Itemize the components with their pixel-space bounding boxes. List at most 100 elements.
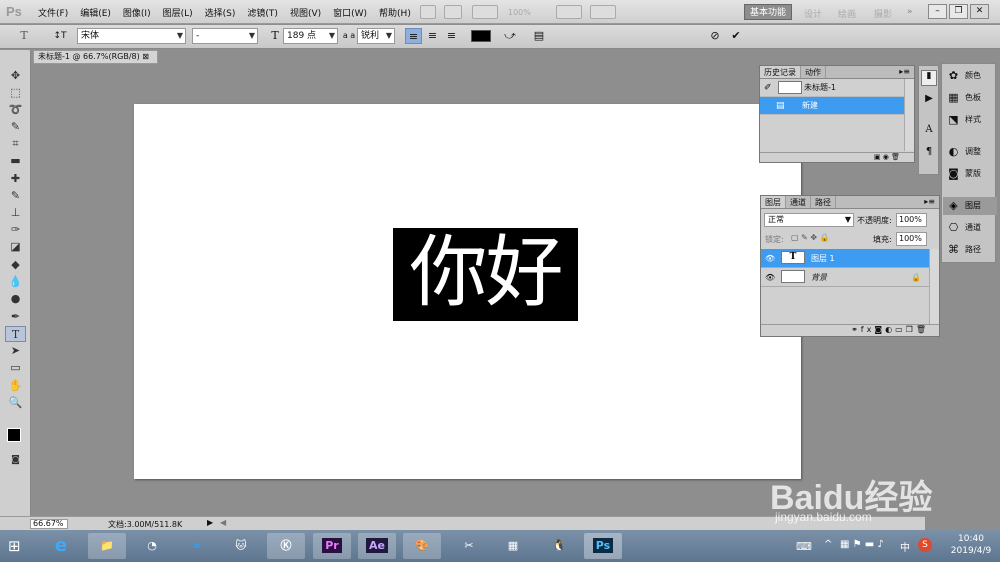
- new-layer-icon[interactable]: ❐: [906, 325, 916, 334]
- menu-filter[interactable]: 滤镜(T): [247, 6, 278, 19]
- photoshop-taskbar-icon[interactable]: Ps: [584, 533, 622, 559]
- blur-tool-icon[interactable]: 💧: [5, 274, 26, 290]
- eraser-tool-icon[interactable]: ◪: [5, 239, 26, 255]
- premiere-icon[interactable]: Pr: [313, 533, 351, 559]
- history-scrollbar[interactable]: [904, 79, 914, 151]
- zoom-level-menu[interactable]: 100%: [508, 8, 531, 17]
- paint-icon[interactable]: 🎨: [403, 533, 441, 559]
- warp-text-icon[interactable]: ⤻: [501, 28, 519, 44]
- text-orientation-icon[interactable]: ↕T: [52, 28, 68, 44]
- quick-select-tool-icon[interactable]: ✎: [5, 119, 26, 135]
- tab-channels[interactable]: 通道: [786, 196, 811, 208]
- app-icon[interactable]: 🐱: [222, 533, 260, 559]
- align-right-button[interactable]: ≡: [443, 28, 460, 44]
- zoom-level-field[interactable]: 66.67%: [30, 519, 68, 529]
- view-extras-button[interactable]: [472, 5, 498, 19]
- blend-mode-select[interactable]: 正常 ▼: [764, 213, 854, 227]
- new-group-icon[interactable]: ▭: [895, 325, 906, 334]
- tab-layers[interactable]: 图层: [761, 196, 786, 208]
- after-effects-icon[interactable]: Ae: [358, 533, 396, 559]
- text-color-swatch[interactable]: [471, 30, 491, 42]
- clock[interactable]: 10:40 2019/4/9: [946, 533, 996, 557]
- status-menu-arrow-icon[interactable]: ▶: [207, 518, 213, 527]
- layer-name[interactable]: 背景: [811, 268, 827, 287]
- dodge-tool-icon[interactable]: ●: [5, 291, 26, 307]
- menu-view[interactable]: 视图(V): [290, 6, 321, 19]
- dock-item-masks[interactable]: ◙ 蒙版: [943, 165, 997, 183]
- align-left-button[interactable]: ≡: [405, 28, 422, 44]
- menu-layer[interactable]: 图层(L): [163, 6, 193, 19]
- menu-help[interactable]: 帮助(H): [379, 6, 411, 19]
- sogou-icon[interactable]: S: [918, 538, 932, 552]
- font-size-select[interactable]: 189 点 ▼: [283, 28, 338, 44]
- anti-alias-select[interactable]: 锐利 ▼: [357, 28, 395, 44]
- layers-scrollbar[interactable]: [929, 249, 939, 324]
- type-tool-icon[interactable]: T: [5, 326, 26, 342]
- gradient-tool-icon[interactable]: ◆: [5, 257, 26, 273]
- font-family-select[interactable]: 宋体 ▼: [77, 28, 186, 44]
- layer-style-icon[interactable]: fx: [861, 325, 875, 334]
- menu-select[interactable]: 选择(S): [205, 6, 236, 19]
- history-panel-icon[interactable]: ▮: [921, 70, 937, 86]
- close-tab-icon[interactable]: ⊠: [142, 52, 149, 61]
- dock-item-swatches[interactable]: ▦ 色板: [943, 89, 997, 107]
- move-tool-icon[interactable]: ✥: [5, 68, 26, 84]
- visibility-eye-icon[interactable]: 👁: [765, 268, 775, 287]
- menu-window[interactable]: 窗口(W): [333, 6, 367, 19]
- quick-mask-icon[interactable]: ◙: [5, 452, 26, 468]
- visibility-eye-icon[interactable]: 👁: [765, 249, 775, 268]
- panel-menu-icon[interactable]: ▸≡: [895, 66, 914, 78]
- healing-tool-icon[interactable]: ✚: [5, 171, 26, 187]
- scroll-left-icon[interactable]: ◀: [220, 518, 226, 527]
- screen-mode-button[interactable]: [590, 5, 616, 19]
- layer-name[interactable]: 图层 1: [811, 249, 835, 268]
- crop-tool-icon[interactable]: ⌗: [5, 136, 26, 152]
- history-snapshot-row[interactable]: ✐ 未标题-1: [760, 79, 914, 97]
- dock-item-color[interactable]: ✿ 颜色: [943, 67, 997, 85]
- zoom-tool-icon[interactable]: 🔍: [5, 395, 26, 411]
- close-button[interactable]: ✕: [970, 4, 989, 19]
- lock-icons[interactable]: ▢ ✎ ✥ 🔒: [791, 233, 830, 242]
- calculator-icon[interactable]: ▦: [494, 533, 532, 559]
- restore-button[interactable]: ❐: [949, 4, 968, 19]
- font-style-select[interactable]: - ▼: [192, 28, 258, 44]
- workspace-photography[interactable]: 摄影: [874, 7, 892, 20]
- layer-row-text[interactable]: 👁 T 图层 1: [761, 249, 929, 268]
- tab-paths[interactable]: 路径: [811, 196, 836, 208]
- input-method-indicator[interactable]: 中: [900, 539, 910, 554]
- explorer-icon[interactable]: 📁: [88, 533, 126, 559]
- actions-panel-icon[interactable]: ▶: [921, 93, 937, 109]
- dock-item-adjustments[interactable]: ◐ 调整: [943, 143, 997, 161]
- eyedropper-tool-icon[interactable]: ▬: [5, 153, 26, 169]
- delete-layer-icon[interactable]: 🗑: [916, 325, 929, 334]
- menu-edit[interactable]: 编辑(E): [80, 6, 111, 19]
- paragraph-panel-icon[interactable]: ¶: [921, 146, 937, 162]
- bridge-button[interactable]: [420, 5, 436, 19]
- stamp-tool-icon[interactable]: ⊥: [5, 205, 26, 221]
- link-layers-icon[interactable]: ⚭: [851, 325, 861, 334]
- browser-icon[interactable]: ◔: [133, 533, 171, 559]
- new-document-from-state-icon[interactable]: ▣: [874, 153, 881, 161]
- character-panel-icon[interactable]: ▤: [531, 28, 547, 44]
- tab-history[interactable]: 历史记录: [760, 66, 801, 78]
- ie-icon[interactable]: e: [42, 533, 80, 559]
- new-snapshot-icon[interactable]: ◉: [883, 153, 889, 161]
- foreground-color-swatch[interactable]: [7, 428, 21, 442]
- delete-state-icon[interactable]: 🗑: [891, 153, 900, 161]
- arrange-documents-button[interactable]: [556, 5, 582, 19]
- brush-tool-icon[interactable]: ✎: [5, 188, 26, 204]
- minimize-button[interactable]: –: [928, 4, 947, 19]
- opacity-field[interactable]: 100%: [896, 213, 927, 227]
- menu-file[interactable]: 文件(F): [38, 6, 68, 19]
- dock-item-channels[interactable]: ⎔ 通道: [943, 219, 997, 237]
- workspace-painting[interactable]: 绘画: [838, 7, 856, 20]
- keyboard-icon[interactable]: ⌨: [796, 540, 812, 553]
- dock-item-styles[interactable]: ⬔ 样式: [943, 111, 997, 129]
- hand-tool-icon[interactable]: ✋: [5, 378, 26, 394]
- history-state-row[interactable]: ▤ 新建: [760, 97, 914, 115]
- tray-icons[interactable]: ▦ ⚑ ▬ ♪: [840, 539, 884, 550]
- character-panel-icon[interactable]: A: [921, 124, 937, 140]
- tab-actions[interactable]: 动作: [801, 66, 826, 78]
- add-mask-icon[interactable]: ◙: [874, 325, 885, 334]
- pen-tool-icon[interactable]: ✒: [5, 309, 26, 325]
